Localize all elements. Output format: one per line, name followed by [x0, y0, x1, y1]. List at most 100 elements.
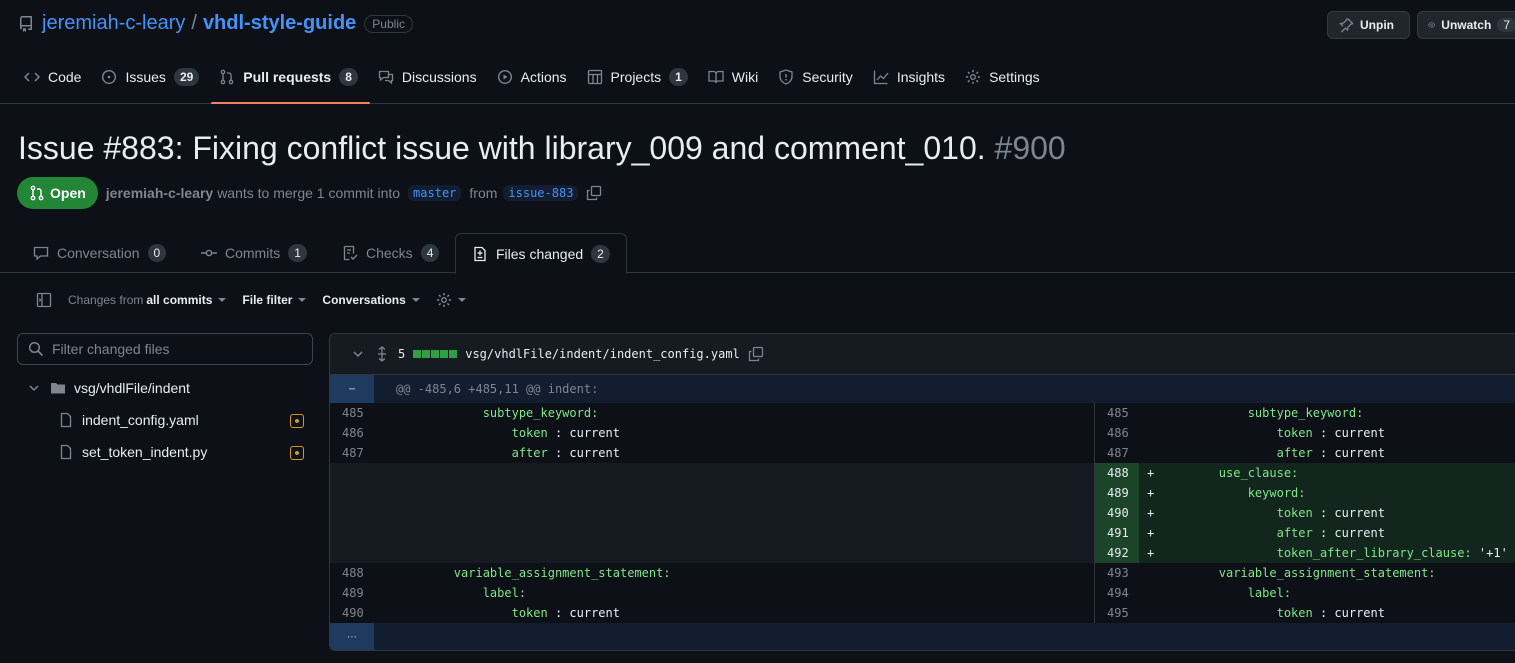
tab-wiki[interactable]: Wiki [700, 62, 770, 104]
tab-discussions[interactable]: Discussions [370, 62, 489, 104]
code-line: variable_assignment_statement: [453, 566, 671, 580]
line-number[interactable]: 488 [1095, 463, 1139, 483]
file-diff-icon [474, 246, 486, 261]
file-label: set_token_indent.py [82, 444, 208, 460]
sidebar-toggle-icon[interactable] [36, 292, 52, 308]
tab-issues[interactable]: Issues 29 [93, 62, 211, 104]
tab-commits-label: Commits [225, 245, 281, 261]
tree-file-set-token-indent[interactable]: set_token_indent.py [58, 444, 207, 460]
file-icon [60, 412, 72, 428]
tab-security[interactable]: Security [770, 62, 865, 104]
code-line: token : current [511, 426, 620, 440]
repo-name-link[interactable]: vhdl-style-guide [203, 12, 356, 35]
tab-issues-label: Issues [125, 69, 166, 85]
line-number[interactable]: 493 [1095, 563, 1139, 583]
pr-meta: Open jeremiah-c-leary wants to merge 1 c… [17, 177, 602, 209]
line-number[interactable]: 494 [1095, 583, 1139, 603]
search-icon [28, 341, 44, 357]
tree-folder[interactable]: vsg/vhdlFile/indent [26, 380, 190, 396]
chevron-down-icon [218, 298, 227, 302]
filter-files-field[interactable] [17, 333, 313, 365]
commit-icon [201, 249, 217, 257]
tab-actions[interactable]: Actions [489, 62, 579, 104]
line-number[interactable]: 488 [330, 563, 374, 583]
hunk-header: ⋯ @@ -485,6 +485,11 @@ indent: [330, 375, 1515, 403]
file-filter-menu[interactable]: File filter [242, 293, 307, 307]
copy-icon[interactable] [748, 346, 764, 362]
conversations-menu[interactable]: Conversations [322, 293, 420, 307]
pr-tabs: Conversation 0 Commits 1 Checks 4 Files … [0, 233, 1515, 274]
tab-conversation[interactable]: Conversation 0 [17, 233, 182, 273]
diff-row: 488 variable_assignment_statement: 493 va… [330, 563, 1515, 583]
line-number[interactable]: 490 [330, 603, 374, 623]
filter-files-input[interactable] [52, 341, 302, 357]
all-commits-label: all commits [146, 293, 213, 307]
folder-icon [51, 383, 65, 394]
copy-icon[interactable] [586, 185, 602, 201]
line-number[interactable]: 489 [330, 583, 374, 603]
book-icon [708, 70, 724, 84]
line-number[interactable]: 485 [1095, 403, 1139, 423]
status-badge: Open [17, 177, 98, 209]
code-line: keyword: [1247, 486, 1306, 500]
tab-checks-label: Checks [366, 245, 413, 261]
code-line: label: [1247, 586, 1292, 600]
changes-from-menu[interactable]: Changes from all commits [68, 293, 227, 307]
chevron-down-icon [411, 298, 420, 302]
chevron-down-icon[interactable] [350, 346, 366, 362]
tab-insights[interactable]: Insights [865, 62, 957, 104]
line-number[interactable]: 492 [1095, 543, 1139, 563]
tab-settings[interactable]: Settings [957, 62, 1052, 104]
expand-icon[interactable] [374, 346, 390, 362]
line-number[interactable]: 490 [1095, 503, 1139, 523]
base-branch[interactable]: master [408, 185, 462, 201]
pr-author-link[interactable]: jeremiah-c-leary [106, 185, 213, 201]
diff-settings-menu[interactable] [436, 292, 466, 308]
tab-checks[interactable]: Checks 4 [326, 233, 455, 273]
line-number[interactable]: 487 [330, 443, 374, 463]
line-number[interactable]: 489 [1095, 483, 1139, 503]
checklist-icon [343, 245, 358, 261]
issue-icon [102, 69, 117, 85]
status-label: Open [50, 185, 86, 201]
file-label: indent_config.yaml [82, 412, 199, 428]
tab-wiki-label: Wiki [731, 69, 759, 85]
line-number[interactable]: 486 [1095, 423, 1139, 443]
line-number[interactable]: 491 [1095, 523, 1139, 543]
unwatch-button[interactable]: Unwatch 7 [1417, 11, 1515, 39]
tab-pull-requests[interactable]: Pull requests 8 [211, 62, 370, 104]
diff-row: 490 token : current 495 token : current [330, 603, 1515, 623]
play-icon [497, 69, 512, 85]
repo-owner-link[interactable]: jeremiah-c-leary [42, 12, 185, 35]
code-line: label: [482, 586, 527, 600]
files-changed-count: 2 [591, 244, 610, 263]
tab-projects-label: Projects [610, 69, 662, 85]
file-path[interactable]: vsg/vhdlFile/indent/indent_config.yaml [465, 347, 740, 361]
gear-icon [436, 293, 451, 307]
modified-icon [290, 414, 304, 428]
expand-down-button[interactable]: ⋯ [330, 623, 374, 650]
issues-count: 29 [173, 68, 200, 86]
file-diff: 5 vsg/vhdlFile/indent/indent_config.yaml… [329, 333, 1515, 651]
pull-requests-count: 8 [339, 68, 358, 86]
head-branch[interactable]: issue-883 [503, 185, 579, 201]
line-number[interactable]: 486 [330, 423, 374, 443]
repo-icon [19, 15, 32, 32]
pin-icon [1339, 18, 1354, 33]
tab-commits[interactable]: Commits 1 [185, 233, 323, 273]
line-number[interactable]: 487 [1095, 443, 1139, 463]
expand-up-button[interactable]: ⋯ [330, 375, 374, 403]
pr-number: #900 [994, 130, 1066, 166]
unpin-button[interactable]: Unpin [1327, 11, 1410, 39]
eye-icon [1428, 22, 1436, 28]
code-line: variable_assignment_statement: [1218, 566, 1436, 580]
tree-file-indent-config[interactable]: indent_config.yaml [58, 412, 199, 428]
tab-security-label: Security [802, 69, 853, 85]
unwatch-label: Unwatch [1441, 18, 1492, 32]
tab-code[interactable]: Code [16, 62, 93, 104]
line-number[interactable]: 495 [1095, 603, 1139, 623]
tab-projects[interactable]: Projects 1 [579, 62, 700, 104]
line-number[interactable]: 485 [330, 403, 374, 423]
tab-files-changed[interactable]: Files changed 2 [455, 233, 627, 274]
diff-toolbar: Changes from all commits File filter Con… [36, 292, 466, 308]
